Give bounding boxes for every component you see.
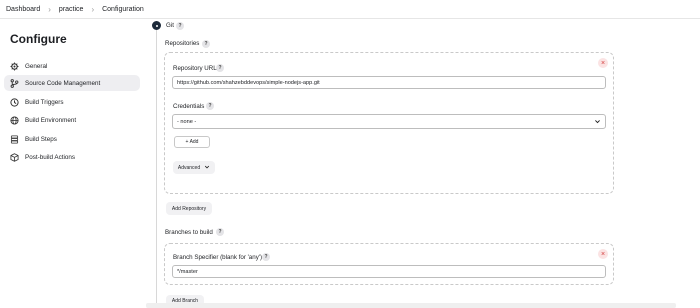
package-icon: [10, 152, 19, 162]
repositories-label: Repositories: [165, 40, 200, 47]
sidebar-item-build-steps[interactable]: Build Steps: [4, 131, 140, 147]
sidebar-item-label: Source Code Management: [25, 79, 101, 87]
horizontal-scrollbar[interactable]: [146, 303, 676, 308]
globe-icon: [10, 115, 19, 125]
repository-url-input[interactable]: https://github.com/shahzebddevops/simple…: [172, 76, 606, 89]
close-icon[interactable]: ×: [598, 249, 608, 259]
help-icon[interactable]: ?: [202, 40, 210, 48]
gear-icon: [10, 62, 19, 71]
add-credentials-button[interactable]: + Add: [174, 136, 210, 148]
git-label: Git: [166, 22, 174, 29]
advanced-label: Advanced: [177, 164, 201, 171]
credentials-label: Credentials: [173, 103, 205, 110]
breadcrumb-dashboard[interactable]: Dashboard: [6, 6, 40, 13]
close-icon[interactable]: ×: [598, 58, 608, 68]
git-radio[interactable]: [152, 21, 161, 30]
sidebar-item-source-code-management[interactable]: Source Code Management: [4, 75, 140, 91]
branch-specifier-input[interactable]: */master: [172, 265, 606, 278]
page-title: Configure: [10, 32, 67, 46]
sidebar-item-post-build-actions[interactable]: Post-build Actions: [4, 149, 140, 165]
branch-icon: [10, 78, 19, 88]
sidebar: Configure General Source Code Management…: [0, 19, 148, 308]
chevron-down-icon: [204, 164, 210, 172]
branch-card: [164, 243, 614, 285]
add-repository-button[interactable]: Add Repository: [166, 202, 212, 215]
sidebar-item-label: Build Environment: [25, 116, 77, 124]
help-icon[interactable]: ?: [206, 102, 214, 110]
section-divider: [156, 30, 157, 308]
branches-to-build-label: Branches to build: [165, 229, 213, 236]
sidebar-item-build-environment[interactable]: Build Environment: [4, 112, 140, 128]
breadcrumb-practice[interactable]: practice: [59, 6, 84, 13]
steps-icon: [10, 134, 19, 144]
help-icon[interactable]: ?: [216, 64, 224, 72]
chevron-down-icon: [594, 118, 601, 125]
advanced-button[interactable]: Advanced: [173, 161, 215, 174]
breadcrumb: Dashboard › practice › Configuration: [0, 0, 700, 19]
help-icon[interactable]: ?: [176, 22, 184, 30]
help-icon[interactable]: ?: [262, 253, 270, 261]
sidebar-item-label: Build Steps: [25, 135, 57, 143]
sidebar-item-label: Post-build Actions: [25, 153, 76, 161]
credentials-select[interactable]: - none -: [172, 114, 606, 129]
sidebar-item-label: Build Triggers: [25, 98, 64, 106]
help-icon[interactable]: ?: [216, 228, 224, 236]
chevron-right-icon: ›: [48, 4, 51, 14]
sidebar-item-general[interactable]: General: [4, 58, 140, 74]
clock-icon: [10, 97, 19, 107]
branch-specifier-label: Branch Specifier (blank for 'any'): [173, 254, 263, 261]
chevron-right-icon: ›: [91, 4, 95, 14]
repository-url-label: Repository URL: [173, 65, 217, 72]
credentials-value: - none -: [177, 118, 197, 125]
sidebar-item-label: General: [25, 62, 48, 70]
sidebar-item-build-triggers[interactable]: Build Triggers: [4, 94, 140, 110]
breadcrumb-configuration[interactable]: Configuration: [102, 6, 144, 13]
